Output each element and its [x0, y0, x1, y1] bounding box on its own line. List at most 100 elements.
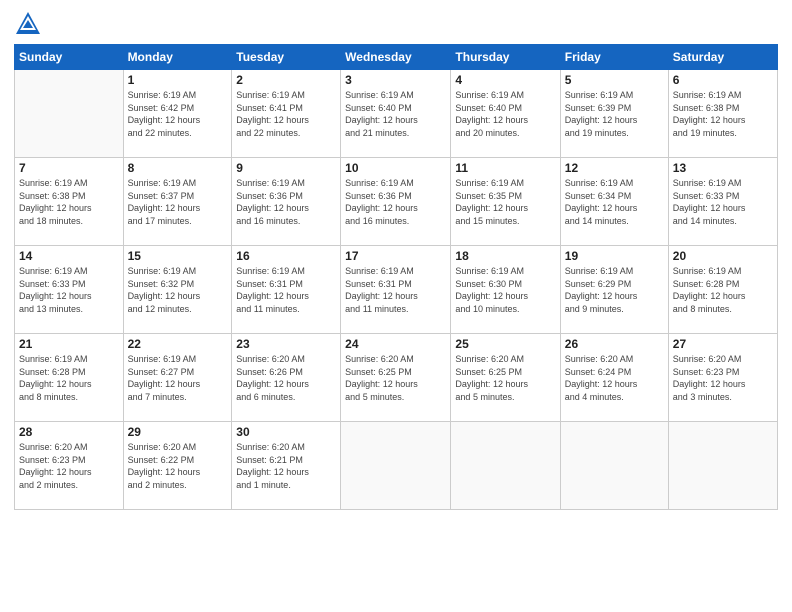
- calendar-week: 7 Sunrise: 6:19 AM Sunset: 6:38 PM Daylig…: [15, 158, 778, 246]
- day-number: 20: [673, 249, 773, 263]
- calendar-cell: 30 Sunrise: 6:20 AM Sunset: 6:21 PM Dayli…: [232, 422, 341, 510]
- calendar-cell: 5 Sunrise: 6:19 AM Sunset: 6:39 PM Daylig…: [560, 70, 668, 158]
- day-info: Sunrise: 6:19 AM Sunset: 6:42 PM Dayligh…: [128, 89, 228, 139]
- calendar-cell: 3 Sunrise: 6:19 AM Sunset: 6:40 PM Daylig…: [341, 70, 451, 158]
- day-info: Sunrise: 6:19 AM Sunset: 6:29 PM Dayligh…: [565, 265, 664, 315]
- weekday-header: Tuesday: [232, 45, 341, 70]
- calendar-cell: 16Sunrise: 6:19 AM Sunset: 6:31 PM Dayli…: [232, 246, 341, 334]
- weekday-header: Thursday: [451, 45, 560, 70]
- day-info: Sunrise: 6:19 AM Sunset: 6:27 PM Dayligh…: [128, 353, 228, 403]
- day-number: 18: [455, 249, 555, 263]
- weekday-header: Friday: [560, 45, 668, 70]
- calendar: SundayMondayTuesdayWednesdayThursdayFrid…: [14, 44, 778, 510]
- day-number: 22: [128, 337, 228, 351]
- day-info: Sunrise: 6:20 AM Sunset: 6:25 PM Dayligh…: [455, 353, 555, 403]
- calendar-cell: 2 Sunrise: 6:19 AM Sunset: 6:41 PM Daylig…: [232, 70, 341, 158]
- calendar-cell: 26 Sunrise: 6:20 AM Sunset: 6:24 PM Dayli…: [560, 334, 668, 422]
- day-info: Sunrise: 6:19 AM Sunset: 6:34 PM Dayligh…: [565, 177, 664, 227]
- calendar-cell: 20 Sunrise: 6:19 AM Sunset: 6:28 PM Dayli…: [668, 246, 777, 334]
- day-number: 10: [345, 161, 446, 175]
- day-info: Sunrise: 6:20 AM Sunset: 6:25 PM Dayligh…: [345, 353, 446, 403]
- calendar-cell: 4 Sunrise: 6:19 AM Sunset: 6:40 PM Daylig…: [451, 70, 560, 158]
- day-number: 28: [19, 425, 119, 439]
- day-info: Sunrise: 6:19 AM Sunset: 6:40 PM Dayligh…: [455, 89, 555, 139]
- day-number: 27: [673, 337, 773, 351]
- weekday-header: Sunday: [15, 45, 124, 70]
- day-number: 7: [19, 161, 119, 175]
- day-info: Sunrise: 6:19 AM Sunset: 6:33 PM Dayligh…: [673, 177, 773, 227]
- day-number: 5: [565, 73, 664, 87]
- day-number: 14: [19, 249, 119, 263]
- calendar-cell: 28 Sunrise: 6:20 AM Sunset: 6:23 PM Dayli…: [15, 422, 124, 510]
- calendar-cell: 24 Sunrise: 6:20 AM Sunset: 6:25 PM Dayli…: [341, 334, 451, 422]
- day-number: 23: [236, 337, 336, 351]
- day-number: 13: [673, 161, 773, 175]
- day-info: Sunrise: 6:19 AM Sunset: 6:35 PM Dayligh…: [455, 177, 555, 227]
- calendar-cell: [341, 422, 451, 510]
- calendar-cell: 8 Sunrise: 6:19 AM Sunset: 6:37 PM Daylig…: [123, 158, 232, 246]
- calendar-cell: [451, 422, 560, 510]
- calendar-cell: [15, 70, 124, 158]
- calendar-cell: 18 Sunrise: 6:19 AM Sunset: 6:30 PM Dayli…: [451, 246, 560, 334]
- day-number: 25: [455, 337, 555, 351]
- day-number: 2: [236, 73, 336, 87]
- calendar-cell: 14 Sunrise: 6:19 AM Sunset: 6:33 PM Dayli…: [15, 246, 124, 334]
- day-info: Sunrise: 6:20 AM Sunset: 6:26 PM Dayligh…: [236, 353, 336, 403]
- calendar-cell: [560, 422, 668, 510]
- day-number: 8: [128, 161, 228, 175]
- weekday-header: Wednesday: [341, 45, 451, 70]
- day-number: 24: [345, 337, 446, 351]
- day-info: Sunrise: 6:20 AM Sunset: 6:23 PM Dayligh…: [673, 353, 773, 403]
- day-info: Sunrise: 6:20 AM Sunset: 6:21 PM Dayligh…: [236, 441, 336, 491]
- day-number: 1: [128, 73, 228, 87]
- day-info: Sunrise: 6:19 AM Sunset: 6:37 PM Dayligh…: [128, 177, 228, 227]
- day-info: Sunrise: 6:19 AM Sunset: 6:28 PM Dayligh…: [673, 265, 773, 315]
- day-number: 26: [565, 337, 664, 351]
- day-number: 6: [673, 73, 773, 87]
- logo: [14, 10, 46, 38]
- calendar-cell: 17Sunrise: 6:19 AM Sunset: 6:31 PM Dayli…: [341, 246, 451, 334]
- calendar-cell: 23 Sunrise: 6:20 AM Sunset: 6:26 PM Dayli…: [232, 334, 341, 422]
- day-info: Sunrise: 6:19 AM Sunset: 6:36 PM Dayligh…: [345, 177, 446, 227]
- calendar-cell: [668, 422, 777, 510]
- calendar-cell: 27 Sunrise: 6:20 AM Sunset: 6:23 PM Dayli…: [668, 334, 777, 422]
- calendar-cell: 25 Sunrise: 6:20 AM Sunset: 6:25 PM Dayli…: [451, 334, 560, 422]
- day-info: Sunrise: 6:20 AM Sunset: 6:23 PM Dayligh…: [19, 441, 119, 491]
- day-info: Sunrise: 6:20 AM Sunset: 6:24 PM Dayligh…: [565, 353, 664, 403]
- calendar-cell: 6 Sunrise: 6:19 AM Sunset: 6:38 PM Daylig…: [668, 70, 777, 158]
- day-info: Sunrise: 6:19 AM Sunset: 6:41 PM Dayligh…: [236, 89, 336, 139]
- day-number: 21: [19, 337, 119, 351]
- calendar-cell: 11 Sunrise: 6:19 AM Sunset: 6:35 PM Dayli…: [451, 158, 560, 246]
- calendar-cell: 10 Sunrise: 6:19 AM Sunset: 6:36 PM Dayli…: [341, 158, 451, 246]
- day-info: Sunrise: 6:19 AM Sunset: 6:30 PM Dayligh…: [455, 265, 555, 315]
- day-number: 29: [128, 425, 228, 439]
- calendar-cell: 22 Sunrise: 6:19 AM Sunset: 6:27 PM Dayli…: [123, 334, 232, 422]
- day-number: 30: [236, 425, 336, 439]
- weekday-header: Monday: [123, 45, 232, 70]
- calendar-cell: 15 Sunrise: 6:19 AM Sunset: 6:32 PM Dayli…: [123, 246, 232, 334]
- calendar-cell: 21Sunrise: 6:19 AM Sunset: 6:28 PM Dayli…: [15, 334, 124, 422]
- day-number: 3: [345, 73, 446, 87]
- day-number: 15: [128, 249, 228, 263]
- logo-icon: [14, 10, 42, 38]
- calendar-week: 21Sunrise: 6:19 AM Sunset: 6:28 PM Dayli…: [15, 334, 778, 422]
- day-number: 4: [455, 73, 555, 87]
- calendar-cell: 9 Sunrise: 6:19 AM Sunset: 6:36 PM Daylig…: [232, 158, 341, 246]
- day-number: 9: [236, 161, 336, 175]
- day-number: 16: [236, 249, 336, 263]
- day-info: Sunrise: 6:19 AM Sunset: 6:40 PM Dayligh…: [345, 89, 446, 139]
- calendar-cell: 29 Sunrise: 6:20 AM Sunset: 6:22 PM Dayli…: [123, 422, 232, 510]
- calendar-cell: 7 Sunrise: 6:19 AM Sunset: 6:38 PM Daylig…: [15, 158, 124, 246]
- calendar-week: 1 Sunrise: 6:19 AM Sunset: 6:42 PM Daylig…: [15, 70, 778, 158]
- day-number: 11: [455, 161, 555, 175]
- day-info: Sunrise: 6:19 AM Sunset: 6:33 PM Dayligh…: [19, 265, 119, 315]
- calendar-cell: 13 Sunrise: 6:19 AM Sunset: 6:33 PM Dayli…: [668, 158, 777, 246]
- day-info: Sunrise: 6:19 AM Sunset: 6:38 PM Dayligh…: [673, 89, 773, 139]
- day-info: Sunrise: 6:19 AM Sunset: 6:39 PM Dayligh…: [565, 89, 664, 139]
- day-info: Sunrise: 6:19 AM Sunset: 6:32 PM Dayligh…: [128, 265, 228, 315]
- calendar-cell: 19Sunrise: 6:19 AM Sunset: 6:29 PM Dayli…: [560, 246, 668, 334]
- day-info: Sunrise: 6:20 AM Sunset: 6:22 PM Dayligh…: [128, 441, 228, 491]
- day-info: Sunrise: 6:19 AM Sunset: 6:38 PM Dayligh…: [19, 177, 119, 227]
- calendar-cell: 1 Sunrise: 6:19 AM Sunset: 6:42 PM Daylig…: [123, 70, 232, 158]
- day-info: Sunrise: 6:19 AM Sunset: 6:36 PM Dayligh…: [236, 177, 336, 227]
